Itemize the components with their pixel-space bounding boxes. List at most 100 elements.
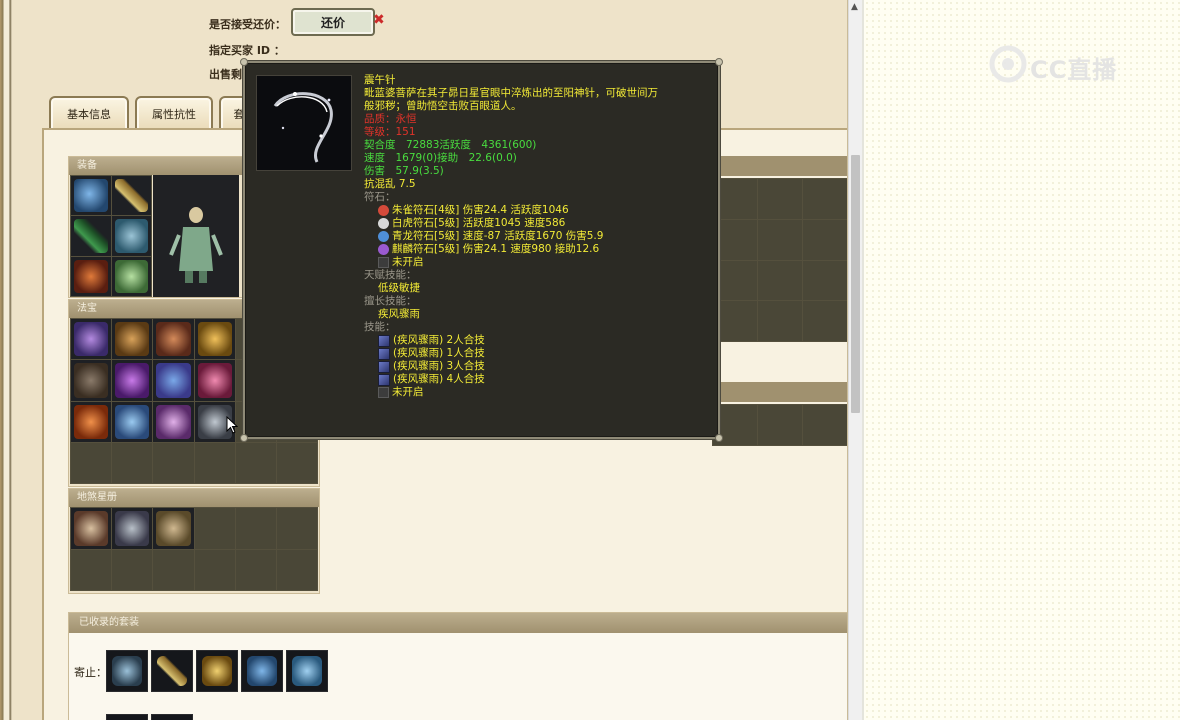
treasure-slot[interactable] [71, 319, 112, 360]
equipment-slot[interactable] [71, 176, 111, 216]
tab-attributes[interactable]: 属性抗性 [135, 96, 213, 130]
skill-text: 未开启 [392, 386, 424, 398]
grid-slot[interactable] [758, 301, 802, 341]
tooltip-corner [715, 434, 723, 442]
skill-text: (疾风骤雨) 4人合技 [393, 373, 485, 385]
skill-icon [378, 360, 390, 373]
treasure-slot[interactable] [194, 442, 235, 483]
equipment-slot[interactable] [71, 216, 111, 256]
treasure-icon [74, 322, 109, 357]
anti-chaos-stat: 抗混乱 7.5 [364, 178, 416, 190]
warrior-portrait-icon [74, 511, 109, 546]
starbook-slot[interactable] [112, 508, 153, 549]
treasure-slot[interactable] [194, 319, 235, 360]
treasure-slot[interactable] [112, 360, 153, 401]
skill-icon [378, 347, 390, 360]
set-item[interactable] [106, 650, 148, 692]
skill-icon [378, 373, 390, 386]
set-item[interactable] [286, 650, 328, 692]
treasure-slot[interactable] [276, 442, 317, 483]
rune-row: 白虎符石[5级] 活跃度1045 速度586 [364, 217, 714, 230]
talent-value: 低级敏捷 [378, 282, 420, 294]
scrollbar-thumb[interactable] [851, 155, 860, 413]
grid-slot[interactable] [758, 260, 802, 301]
starbook-slot[interactable] [153, 549, 194, 590]
treasure-slot[interactable] [112, 319, 153, 360]
starbook-slot[interactable] [71, 549, 112, 590]
starbook-slot[interactable] [235, 508, 276, 549]
counter-offer-button[interactable]: 还价 [291, 8, 375, 36]
set-item[interactable] [151, 650, 193, 692]
grid-slot[interactable] [803, 301, 847, 341]
treasure-slot[interactable] [153, 319, 194, 360]
grid-slot[interactable] [758, 405, 802, 445]
treasure-slot[interactable] [71, 360, 112, 401]
starbook-slot[interactable] [71, 508, 112, 549]
treasure-slot[interactable] [112, 401, 153, 442]
equipment-slot[interactable] [111, 256, 151, 296]
equipment-slot[interactable] [111, 216, 151, 256]
set-item[interactable] [241, 650, 283, 692]
mouse-cursor-icon [226, 416, 238, 434]
starbook-slot[interactable] [153, 508, 194, 549]
sale-label: 出售剩 [209, 68, 242, 81]
armor-icon [114, 219, 148, 253]
treasure-icon [197, 363, 232, 398]
tooltip-corner [240, 434, 248, 442]
accept-counter-label: 是否接受还价： [209, 18, 286, 31]
skill-row: (疾风骤雨) 2人合技 [364, 334, 714, 347]
starbook-slot[interactable] [194, 549, 235, 590]
vertical-scrollbar[interactable]: ▲ [848, 0, 862, 720]
grid-slot[interactable] [803, 260, 847, 301]
starbook-slot[interactable] [276, 508, 317, 549]
treasure-slot[interactable] [235, 442, 276, 483]
treasure-slot[interactable] [194, 360, 235, 401]
treasure-slot[interactable] [153, 360, 194, 401]
equipment-grid [70, 175, 152, 297]
watermark: CC直播 [986, 44, 1146, 84]
boots-icon [114, 259, 148, 293]
treasure-icon [74, 404, 109, 439]
set-item[interactable] [151, 714, 193, 720]
set-item[interactable] [196, 650, 238, 692]
equipment-slot[interactable] [71, 256, 111, 296]
page-border [0, 0, 14, 720]
set-item[interactable] [106, 714, 148, 720]
grid-slot[interactable] [758, 219, 802, 260]
warrior-portrait-icon [156, 511, 191, 546]
skills-label: 技能： [364, 321, 396, 333]
grid-slot[interactable] [803, 405, 847, 445]
item-name: 震午针 [364, 74, 396, 86]
fit-stat: 契合度 72883活跃度 4361(600) [364, 139, 537, 151]
spear-icon [74, 219, 108, 253]
grid-slot[interactable] [803, 179, 847, 219]
rune-text: 麒麟符石[5级] 伤害24.1 速度980 接助12.6 [392, 243, 600, 255]
treasure-slot[interactable] [112, 442, 153, 483]
rune-icon [378, 218, 389, 229]
grid-slot[interactable] [803, 219, 847, 260]
treasure-icon [115, 363, 150, 398]
starbook-slot[interactable] [235, 549, 276, 590]
character-portrait [153, 175, 239, 297]
close-icon[interactable]: ✖ [373, 12, 385, 28]
treasure-slot[interactable] [71, 442, 112, 483]
section-header-strip [720, 156, 847, 176]
tab-basic-info[interactable]: 基本信息 [49, 96, 129, 130]
speed-stat: 速度 1679(0)接助 22.6(0.0) [364, 152, 517, 164]
treasure-slot[interactable] [153, 442, 194, 483]
starbook-slot[interactable] [276, 549, 317, 590]
starbook-slot[interactable] [194, 508, 235, 549]
skill-text: (疾风骤雨) 2人合技 [393, 334, 485, 346]
treasure-slot[interactable] [153, 401, 194, 442]
treasure-icon [197, 322, 232, 357]
damage-stat: 伤害 57.9(3.5) [364, 165, 444, 177]
treasure-icon [115, 404, 150, 439]
equipment-slot[interactable] [111, 176, 151, 216]
skill-row: (疾风骤雨) 1人合技 [364, 347, 714, 360]
scroll-up-icon[interactable]: ▲ [851, 2, 858, 12]
treasure-slot[interactable] [71, 401, 112, 442]
starbook-slot[interactable] [112, 549, 153, 590]
starbook-section-title: 地煞星册 [69, 489, 319, 507]
grid-slot[interactable] [758, 179, 802, 219]
rune-icon [378, 244, 389, 255]
